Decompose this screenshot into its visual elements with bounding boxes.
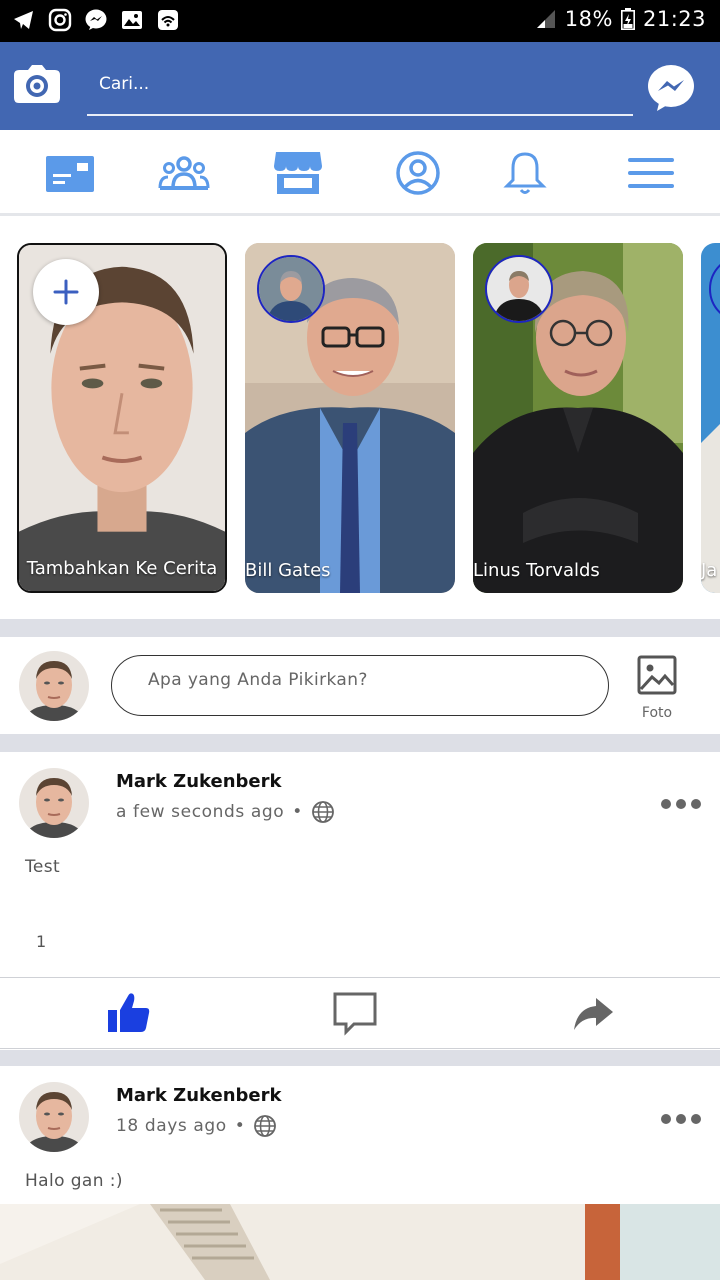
- like-count: 1: [36, 932, 47, 951]
- post-text: Halo gan :): [25, 1171, 123, 1191]
- status-placeholder: Apa yang Anda Pikirkan?: [148, 670, 368, 690]
- share-icon[interactable]: [570, 990, 616, 1036]
- author-name[interactable]: Mark Zukenberk: [116, 771, 282, 792]
- story-label: Ja: [701, 560, 718, 581]
- author-avatar[interactable]: [19, 768, 89, 838]
- top-app-bar: Cari...: [0, 42, 720, 130]
- like-icon[interactable]: [106, 990, 152, 1036]
- telegram-icon: [14, 11, 33, 29]
- search-text: Cari...: [99, 74, 150, 94]
- avatar-photo: [487, 257, 551, 321]
- menu-icon[interactable]: [625, 150, 677, 196]
- post-image[interactable]: [0, 1204, 720, 1280]
- status-input[interactable]: Apa yang Anda Pikirkan?: [111, 655, 609, 716]
- post-text: Test: [25, 857, 61, 877]
- wifi-hotspot-icon: [158, 10, 178, 30]
- profile-icon[interactable]: [392, 150, 444, 196]
- marketplace-icon[interactable]: [272, 150, 324, 196]
- camera-icon[interactable]: [13, 64, 61, 104]
- post-time: 18 days ago: [116, 1116, 227, 1136]
- post-card: Mark Zukenberk 18 days ago • Halo gan :): [0, 1066, 720, 1280]
- post-meta: 18 days ago •: [116, 1114, 277, 1138]
- photo-label: Foto: [641, 705, 673, 721]
- story-label: Tambahkan Ke Cerita: [26, 558, 218, 579]
- avatar-photo: [19, 651, 89, 721]
- news-feed-icon[interactable]: [44, 150, 96, 196]
- status-bar: 18% 21:23: [0, 0, 720, 42]
- story-card-add[interactable]: Tambahkan Ke Cerita: [17, 243, 227, 593]
- post-composer: Apa yang Anda Pikirkan? Foto: [0, 637, 720, 734]
- story-label: Linus Torvalds: [473, 560, 600, 581]
- battery-icon: [620, 8, 635, 30]
- section-divider: [0, 619, 720, 637]
- section-divider: [0, 1050, 720, 1066]
- gallery-icon: [122, 11, 142, 29]
- instagram-icon: [48, 8, 72, 32]
- signal-icon: [536, 10, 555, 28]
- globe-icon: [254, 1115, 277, 1137]
- avatar-photo: [19, 768, 89, 838]
- clock: 21:23: [642, 7, 706, 31]
- author-avatar[interactable]: [19, 1082, 89, 1152]
- story-card[interactable]: Bill Gates: [245, 243, 455, 593]
- user-avatar[interactable]: [19, 651, 89, 721]
- battery-percent: 18%: [564, 7, 613, 31]
- story-avatar: [485, 255, 553, 323]
- post-time: a few seconds ago: [116, 802, 285, 822]
- status-bar-notifications: [12, 8, 180, 32]
- meta-separator: •: [234, 1116, 246, 1136]
- author-name[interactable]: Mark Zukenberk: [116, 1085, 282, 1106]
- avatar-photo: [19, 1082, 89, 1152]
- story-avatar: [257, 255, 325, 323]
- nav-bar: [0, 130, 720, 216]
- story-label: Bill Gates: [245, 560, 331, 581]
- messenger-icon[interactable]: [647, 64, 695, 112]
- post-card: Mark Zukenberk a few seconds ago • Test …: [0, 752, 720, 1050]
- post-actions: [0, 977, 720, 1049]
- status-bar-system: 18% 21:23: [535, 7, 706, 31]
- notifications-icon[interactable]: [499, 150, 551, 196]
- meta-separator: •: [292, 802, 303, 822]
- plus-icon: [53, 279, 79, 305]
- add-story-button[interactable]: [33, 259, 99, 325]
- friends-icon[interactable]: [158, 150, 210, 196]
- avatar-photo: [259, 257, 323, 321]
- image-icon: [637, 655, 677, 695]
- story-card[interactable]: Ja: [701, 243, 720, 593]
- messenger-icon: [85, 9, 107, 30]
- stories-strip: Tambahkan Ke Cerita Bill Gates Linus Tor…: [0, 219, 720, 619]
- story-card[interactable]: Linus Torvalds: [473, 243, 683, 593]
- more-options-icon[interactable]: [660, 1113, 702, 1125]
- comment-icon[interactable]: [332, 990, 378, 1036]
- globe-icon: [312, 801, 334, 823]
- post-meta: a few seconds ago •: [116, 800, 335, 824]
- search-input[interactable]: Cari...: [87, 64, 633, 116]
- section-divider: [0, 734, 720, 752]
- more-options-icon[interactable]: [660, 798, 702, 810]
- photo-button[interactable]: Foto: [632, 655, 682, 721]
